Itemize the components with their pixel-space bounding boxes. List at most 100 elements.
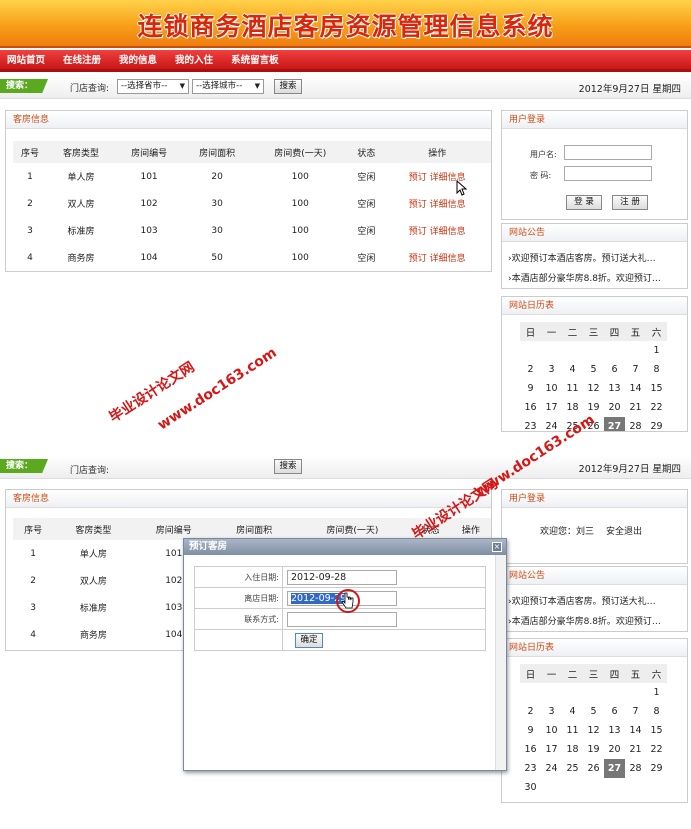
login-panel: 用户登录 用户名: 密 码: 登 录 注 册: [501, 110, 688, 220]
calendar-day[interactable]: 19: [583, 740, 604, 759]
calendar-day[interactable]: 2: [520, 702, 541, 721]
calendar-day[interactable]: 28: [625, 759, 646, 778]
calendar-day[interactable]: 3: [541, 360, 562, 379]
book-link[interactable]: 预订: [409, 173, 427, 183]
calendar-day[interactable]: 21: [625, 740, 646, 759]
weekday-header: 三: [583, 322, 604, 341]
confirm-button[interactable]: 确定: [295, 632, 323, 648]
calendar-day[interactable]: 6: [604, 360, 625, 379]
calendar-day[interactable]: 22: [646, 398, 667, 417]
welcome-text: 欢迎您：刘三: [540, 527, 595, 537]
calendar-day[interactable]: 2: [520, 360, 541, 379]
store-query-label: 门店查询:: [70, 84, 110, 94]
register-button[interactable]: 注 册: [612, 195, 648, 210]
calendar-day[interactable]: 20: [604, 398, 625, 417]
search-tag: 搜索：: [0, 459, 48, 473]
calendar-day[interactable]: 3: [541, 702, 562, 721]
calendar-day[interactable]: 30: [520, 778, 541, 797]
calendar-day[interactable]: 12: [583, 379, 604, 398]
calendar-day[interactable]: 8: [646, 702, 667, 721]
cell-fee: 100: [291, 252, 309, 263]
calendar-day[interactable]: 18: [562, 740, 583, 759]
calendar-day[interactable]: 9: [520, 379, 541, 398]
calendar-day[interactable]: 29: [646, 759, 667, 778]
calendar-day[interactable]: 26: [583, 759, 604, 778]
calendar-day[interactable]: 27: [604, 417, 625, 431]
city-select[interactable]: --选择城市-- ▼: [192, 79, 264, 94]
notice-item[interactable]: ›本酒店部分豪华房8.8折。欢迎预订…: [508, 271, 661, 284]
nav-my-checkin[interactable]: 我的入住: [175, 50, 213, 72]
calendar-day[interactable]: 10: [541, 721, 562, 740]
calendar-day[interactable]: 27: [604, 759, 625, 778]
calendar-day[interactable]: 8: [646, 360, 667, 379]
cursor-arrow-icon: [456, 180, 468, 196]
calendar-day[interactable]: 21: [625, 398, 646, 417]
calendar-day[interactable]: 14: [625, 721, 646, 740]
calendar-day[interactable]: 16: [520, 740, 541, 759]
calendar-day[interactable]: 7: [625, 360, 646, 379]
province-select[interactable]: --选择省市-- ▼: [117, 79, 189, 94]
calendar-day[interactable]: 22: [646, 740, 667, 759]
dialog-scrollbar[interactable]: [495, 555, 506, 770]
nav-my-info[interactable]: 我的信息: [119, 50, 157, 72]
calendar-day[interactable]: 9: [520, 721, 541, 740]
calendar-day[interactable]: 28: [625, 417, 646, 431]
province-select-value: --选择省市--: [121, 81, 168, 91]
calendar-day[interactable]: 16: [520, 398, 541, 417]
calendar-day[interactable]: 13: [604, 379, 625, 398]
nav-guestbook[interactable]: 系统留言板: [231, 50, 279, 72]
cell-code: 101: [140, 171, 158, 182]
notice-item[interactable]: ›欢迎预订本酒店客房。预订送大礼…: [508, 251, 656, 264]
calendar-day[interactable]: 18: [562, 398, 583, 417]
calendar-day[interactable]: 15: [646, 379, 667, 398]
calendar-day[interactable]: 6: [604, 702, 625, 721]
close-icon[interactable]: ×: [492, 542, 502, 552]
calendar-day: [520, 341, 541, 360]
calendar-day[interactable]: 11: [562, 721, 583, 740]
calendar-day[interactable]: 11: [562, 379, 583, 398]
calendar-day[interactable]: 10: [541, 379, 562, 398]
book-link[interactable]: 预订: [409, 200, 427, 210]
calendar-day[interactable]: 25: [562, 759, 583, 778]
cell-no: 4: [27, 252, 33, 263]
notice-item[interactable]: ›欢迎预订本酒店客房。预订送大礼…: [508, 594, 656, 607]
calendar-day[interactable]: 5: [583, 360, 604, 379]
calendar-day[interactable]: 14: [625, 379, 646, 398]
search-button[interactable]: 搜索: [274, 79, 302, 94]
checkin-date-value: 2012-09-28: [291, 571, 347, 583]
weekday-header: 六: [646, 322, 667, 341]
calendar-day[interactable]: 12: [583, 721, 604, 740]
calendar-day[interactable]: 17: [541, 398, 562, 417]
calendar-day[interactable]: 1: [646, 341, 667, 360]
nav-register[interactable]: 在线注册: [63, 50, 101, 72]
table-header-row: 序号 客房类型 房间编号 房间面积 房间费(一天) 状态 操作: [13, 141, 491, 163]
calendar-day[interactable]: 17: [541, 740, 562, 759]
calendar-day[interactable]: 7: [625, 702, 646, 721]
calendar-day[interactable]: 13: [604, 721, 625, 740]
calendar-day[interactable]: 20: [604, 740, 625, 759]
calendar-day[interactable]: 23: [520, 759, 541, 778]
calendar-day[interactable]: 23: [520, 417, 541, 431]
username-input[interactable]: [564, 145, 652, 160]
calendar-day[interactable]: 4: [562, 702, 583, 721]
nav-home[interactable]: 网站首页: [7, 50, 45, 72]
notice-item[interactable]: ›本酒店部分豪华房8.8折。欢迎预订…: [508, 614, 661, 627]
search-button[interactable]: 搜索: [274, 459, 302, 474]
calendar-day[interactable]: 29: [646, 417, 667, 431]
calendar-day[interactable]: 4: [562, 360, 583, 379]
password-input[interactable]: [564, 166, 652, 181]
login-button[interactable]: 登 录: [566, 195, 602, 210]
book-link[interactable]: 预订: [409, 254, 427, 264]
calendar-day[interactable]: 1: [646, 683, 667, 702]
detail-link[interactable]: 详细信息: [430, 254, 466, 264]
logout-link[interactable]: 安全退出: [606, 524, 642, 537]
site-title: 连锁商务酒店客房资源管理信息系统: [137, 12, 554, 41]
detail-link[interactable]: 详细信息: [430, 227, 466, 237]
detail-link[interactable]: 详细信息: [430, 200, 466, 210]
calendar-day[interactable]: 5: [583, 702, 604, 721]
book-link[interactable]: 预订: [409, 227, 427, 237]
weekday-header: 五: [625, 664, 646, 683]
calendar-day[interactable]: 15: [646, 721, 667, 740]
checkin-date-input[interactable]: 2012-09-28: [287, 569, 397, 585]
calendar-day[interactable]: 24: [541, 759, 562, 778]
